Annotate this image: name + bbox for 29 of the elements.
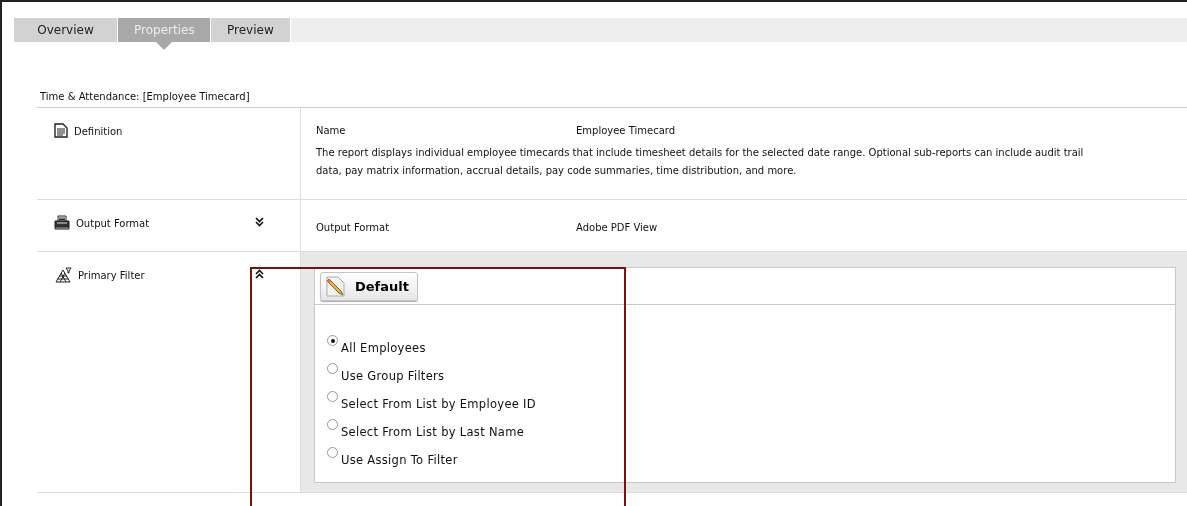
radio-button[interactable] — [327, 447, 338, 458]
printer-icon — [54, 215, 70, 230]
report-description: The report displays individual employee timecards that include timesheet details for the selected date range. Optional sub-reports can include audit trail data, pay matrix information, accrual details, pay code summaries, time distribution, and more. — [316, 146, 1085, 178]
section-label: Definition — [74, 125, 123, 137]
document-icon — [54, 123, 68, 138]
radio-option[interactable]: Select From List by Last Name — [327, 422, 1175, 439]
radio-button[interactable] — [327, 335, 338, 346]
expand-icon[interactable] — [255, 217, 264, 227]
radio-option[interactable]: Use Assign To Filter — [327, 450, 1175, 467]
collapse-icon[interactable] — [255, 269, 264, 279]
field-value: Employee Timecard — [576, 125, 677, 137]
default-button[interactable]: Default — [320, 271, 418, 301]
radio-option[interactable]: Use Group Filters — [327, 366, 1175, 383]
radio-button[interactable] — [327, 363, 338, 374]
radio-button[interactable] — [327, 391, 338, 402]
tab[interactable]: Overview — [14, 18, 118, 42]
radio-button[interactable] — [327, 419, 338, 430]
radio-option[interactable]: Select From List by Employee ID — [327, 394, 1175, 411]
section-label: Primary Filter — [78, 269, 145, 281]
radio-option[interactable]: All Employees — [327, 338, 1175, 355]
pencil-icon — [325, 275, 347, 297]
report-heading: Time & Attendance: [Employee Timecard] — [39, 91, 251, 104]
tab[interactable]: Preview — [211, 18, 291, 42]
field-label: Name — [316, 125, 347, 137]
tab-pointer — [156, 42, 172, 50]
section-label: Output Format — [76, 217, 150, 229]
field-value: Adobe PDF View — [576, 222, 659, 234]
filter-icon — [54, 267, 72, 283]
field-label: Output Format — [316, 222, 391, 234]
